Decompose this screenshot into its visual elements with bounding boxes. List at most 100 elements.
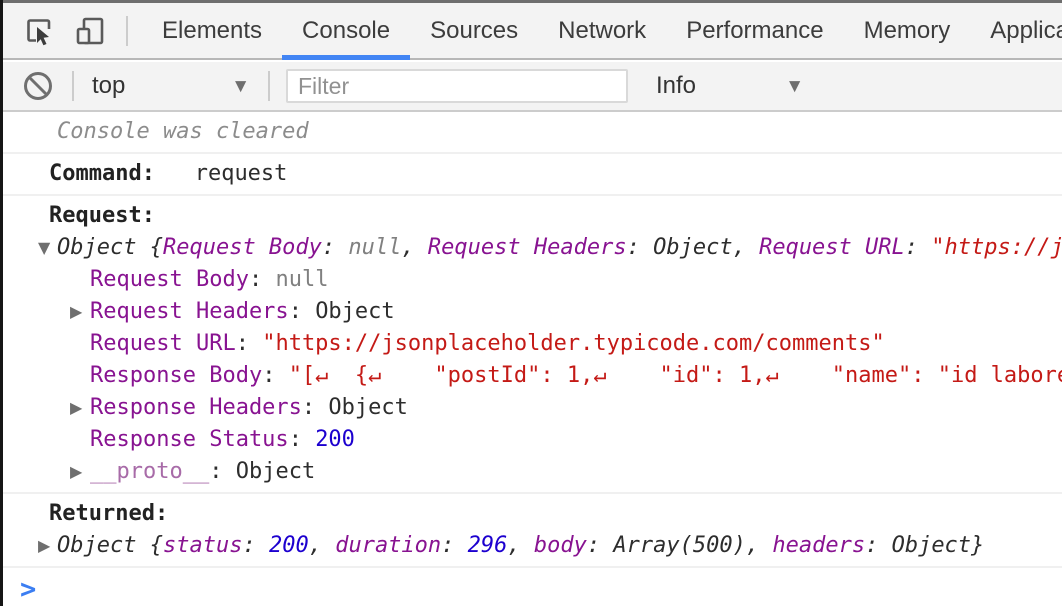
console-entries: Console was clearedCommand: requestReque… — [0, 112, 1062, 568]
console-line: ▶Request Headers: Object — [0, 296, 1062, 328]
expand-arrow-icon[interactable]: ▶ — [70, 296, 82, 328]
console-text-segment: Object { — [57, 533, 163, 558]
expand-arrow-icon[interactable]: ▶ — [70, 456, 82, 488]
console-text-segment: null — [275, 267, 328, 292]
console-line: Response Body: "[↵ {↵ "postId": 1,↵ "id"… — [0, 360, 1062, 392]
devtools-window: Elements Console Sources Network Performance… — [0, 0, 1062, 606]
console-text-segment: Response Headers — [90, 395, 302, 420]
tab-label: Elements — [162, 17, 262, 45]
console-text-segment: 200 — [269, 533, 309, 558]
console-text-segment: , — [733, 235, 760, 260]
console-text-segment: Object — [236, 459, 315, 484]
console-toolbar: top ▼ Info ▼ — [0, 62, 1062, 112]
console-text-segment: Object { — [57, 235, 163, 260]
clear-console-icon[interactable] — [22, 70, 54, 102]
console-text-segment: Request Headers — [428, 235, 627, 260]
console-line: Request: — [0, 200, 1062, 232]
collapse-arrow-icon[interactable]: ▼ — [38, 232, 50, 264]
chevron-down-icon: ▼ — [231, 77, 250, 96]
console-text-segment: __proto__ — [90, 459, 209, 484]
console-line: Response Status: 200 — [0, 424, 1062, 456]
tab-memory[interactable]: Memory — [844, 3, 971, 58]
console-text-segment: : — [587, 533, 614, 558]
console-text-segment: Object — [653, 235, 732, 260]
toolbar-separator — [72, 71, 74, 101]
console-text-segment: Console was cleared — [57, 119, 309, 144]
log-level-dropdown[interactable]: Info ▼ — [656, 72, 804, 100]
console-text-segment: : — [262, 363, 289, 388]
console-text-segment: Request URL — [90, 331, 236, 356]
console-text-segment: : — [242, 533, 269, 558]
console-line: Request Body: null — [0, 264, 1062, 296]
console-text-segment: "https://jsonplaceholder.typicode.com/co… — [931, 235, 1062, 260]
console-line: Console was cleared — [0, 116, 1062, 148]
expand-arrow-icon[interactable]: ▶ — [38, 530, 50, 562]
tab-network[interactable]: Network — [538, 3, 666, 58]
console-text-segment: Request Body — [163, 235, 322, 260]
tab-label: Performance — [686, 17, 823, 45]
console-text-segment: status — [163, 533, 242, 558]
console-cleared-message: Console was cleared — [0, 112, 1062, 154]
console-text-segment: Request Body — [90, 267, 249, 292]
tab-applica[interactable]: Applica — [970, 3, 1062, 58]
console-line: Request URL: "https://jsonplaceholder.ty… — [0, 328, 1062, 360]
console-text-segment: : — [627, 235, 654, 260]
inspect-element-icon[interactable] — [24, 16, 54, 46]
console-text-segment: 200 — [315, 427, 355, 452]
window-top-edge — [0, 0, 1062, 3]
tab-sources[interactable]: Sources — [410, 3, 538, 58]
selected-tab-underline — [282, 55, 410, 60]
devtools-tab-bar: Elements Console Sources Network Performance… — [0, 3, 1062, 60]
console-text-segment: duration — [335, 533, 441, 558]
tab-elements[interactable]: Elements — [142, 3, 282, 58]
console-output: Console was clearedCommand: requestReque… — [0, 112, 1062, 606]
filter-input[interactable] — [286, 69, 628, 103]
console-text-segment: , — [507, 533, 534, 558]
console-text-segment: : — [322, 235, 349, 260]
toolbar-separator — [268, 71, 270, 101]
console-text-segment: headers — [772, 533, 865, 558]
console-text-segment: : — [289, 299, 316, 324]
console-text-segment: Object} — [892, 533, 985, 558]
console-line: ▶ __proto__: Object — [0, 456, 1062, 488]
console-text-segment: Response Status — [90, 427, 289, 452]
console-text-segment: Returned: — [49, 501, 168, 526]
console-prompt[interactable]: > — [0, 568, 1062, 606]
console-text-segment: null — [348, 235, 401, 260]
console-line: ▼ Object {Request Body: null, Request Hea… — [0, 232, 1062, 264]
console-text-segment: request — [155, 161, 287, 186]
console-text-segment: : — [302, 395, 329, 420]
console-text-segment: : — [249, 267, 276, 292]
console-line: ▶Object {status: 200, duration: 296, bod… — [0, 530, 1062, 562]
window-left-edge — [0, 0, 3, 606]
device-toolbar-icon[interactable] — [74, 15, 106, 47]
console-text-segment: Command: — [49, 161, 155, 186]
console-text-segment: : — [441, 533, 468, 558]
console-text-segment: Object — [315, 299, 394, 324]
console-text-segment: Request: — [49, 203, 155, 228]
returned-entry: Returned: ▶ Object {status: 200, duration:… — [0, 494, 1062, 568]
console-text-segment: Array(500) — [613, 533, 745, 558]
console-text-segment: : — [209, 459, 236, 484]
tab-label: Memory — [864, 17, 951, 45]
tab-label: Network — [558, 17, 646, 45]
tab-label: Console — [302, 17, 390, 45]
expand-arrow-icon[interactable]: ▶ — [70, 392, 82, 424]
console-text-segment: Request URL — [759, 235, 905, 260]
console-text-segment: , — [746, 533, 773, 558]
tab-console[interactable]: Console — [282, 3, 410, 58]
log-level-label: Info — [656, 72, 696, 100]
console-text-segment: Object — [328, 395, 407, 420]
console-text-segment: 296 — [468, 533, 508, 558]
tab-performance[interactable]: Performance — [666, 3, 843, 58]
console-line: ▶ Response Headers: Object — [0, 392, 1062, 424]
tab-strip: Elements Console Sources Network Performance… — [142, 3, 1062, 58]
console-text-segment: : — [865, 533, 892, 558]
console-text-segment: : — [289, 427, 316, 452]
execution-context-label: top — [92, 72, 125, 100]
command-entry: Command: request — [0, 154, 1062, 196]
request-entry: Request:▼Object {Request Body: null, Req… — [0, 196, 1062, 494]
tab-label: Applica — [990, 17, 1062, 45]
execution-context-dropdown[interactable]: top ▼ — [92, 72, 250, 100]
console-text-segment: Response Body — [90, 363, 262, 388]
